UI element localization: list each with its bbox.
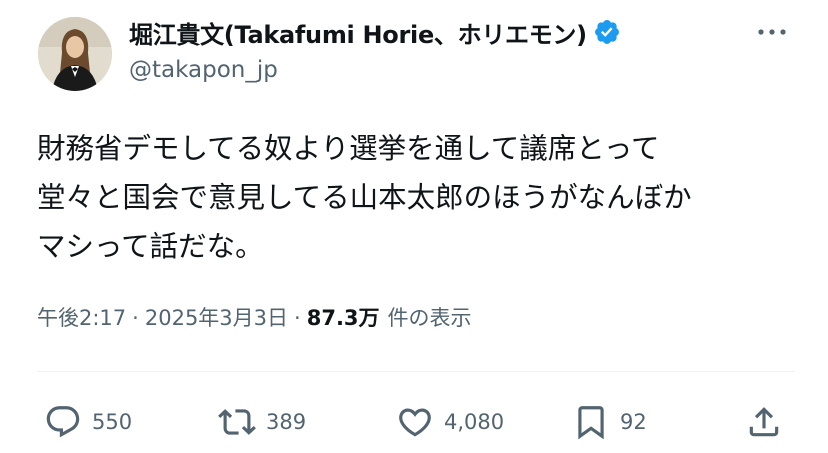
retweet-count: 389 [266,410,307,434]
views-count[interactable]: 87.3万 [307,302,380,332]
verified-badge-icon[interactable] [593,18,621,46]
like-button[interactable]: 4,080 [396,398,504,446]
like-icon [399,408,431,437]
views-label: 件の表示 [387,306,472,330]
more-icon[interactable] [752,20,792,44]
tweet-meta: 午後2:17 · 2025年3月3日 · 87.3万 件の表示 [37,302,472,332]
divider [37,371,795,372]
retweet-button[interactable]: 389 [218,398,306,446]
reply-count: 550 [92,410,133,434]
tweet-text-line: 堂々と国会で意見してる山本太郎のほうがなんぼか [37,181,692,214]
author-name-row: 堀江貴文(Takafumi Horie、ホリエモン) [129,14,621,50]
avatar-image [38,17,112,91]
meta-separator: · [294,306,301,330]
retweet-icon [218,409,256,435]
author-handle[interactable]: @takapon_jp [129,57,278,83]
author-display-name[interactable]: 堀江貴文(Takafumi Horie、ホリエモン) [129,15,587,50]
tweet-date[interactable]: 2025年3月3日 [145,302,288,332]
action-bar: 550 389 4,080 92 [0,398,828,446]
like-count: 4,080 [444,410,505,434]
meta-separator: · [132,306,139,330]
share-button[interactable] [745,398,783,446]
bookmark-count: 92 [620,410,647,434]
reply-button[interactable]: 550 [44,398,132,446]
avatar[interactable] [38,17,112,91]
bookmark-button[interactable]: 92 [572,398,647,446]
share-icon [749,407,779,437]
bookmark-icon [578,406,604,440]
reply-icon [46,406,80,438]
tweet-text-line: 財務省デモしてる奴より選挙を通して議席とって [37,132,660,165]
tweet-text-line: マシって話だな。 [37,230,264,263]
tweet-time[interactable]: 午後2:17 [37,302,126,332]
tweet-text: 財務省デモしてる奴より選挙を通して議席とって 堂々と国会で意見してる山本太郎のほ… [37,124,797,271]
